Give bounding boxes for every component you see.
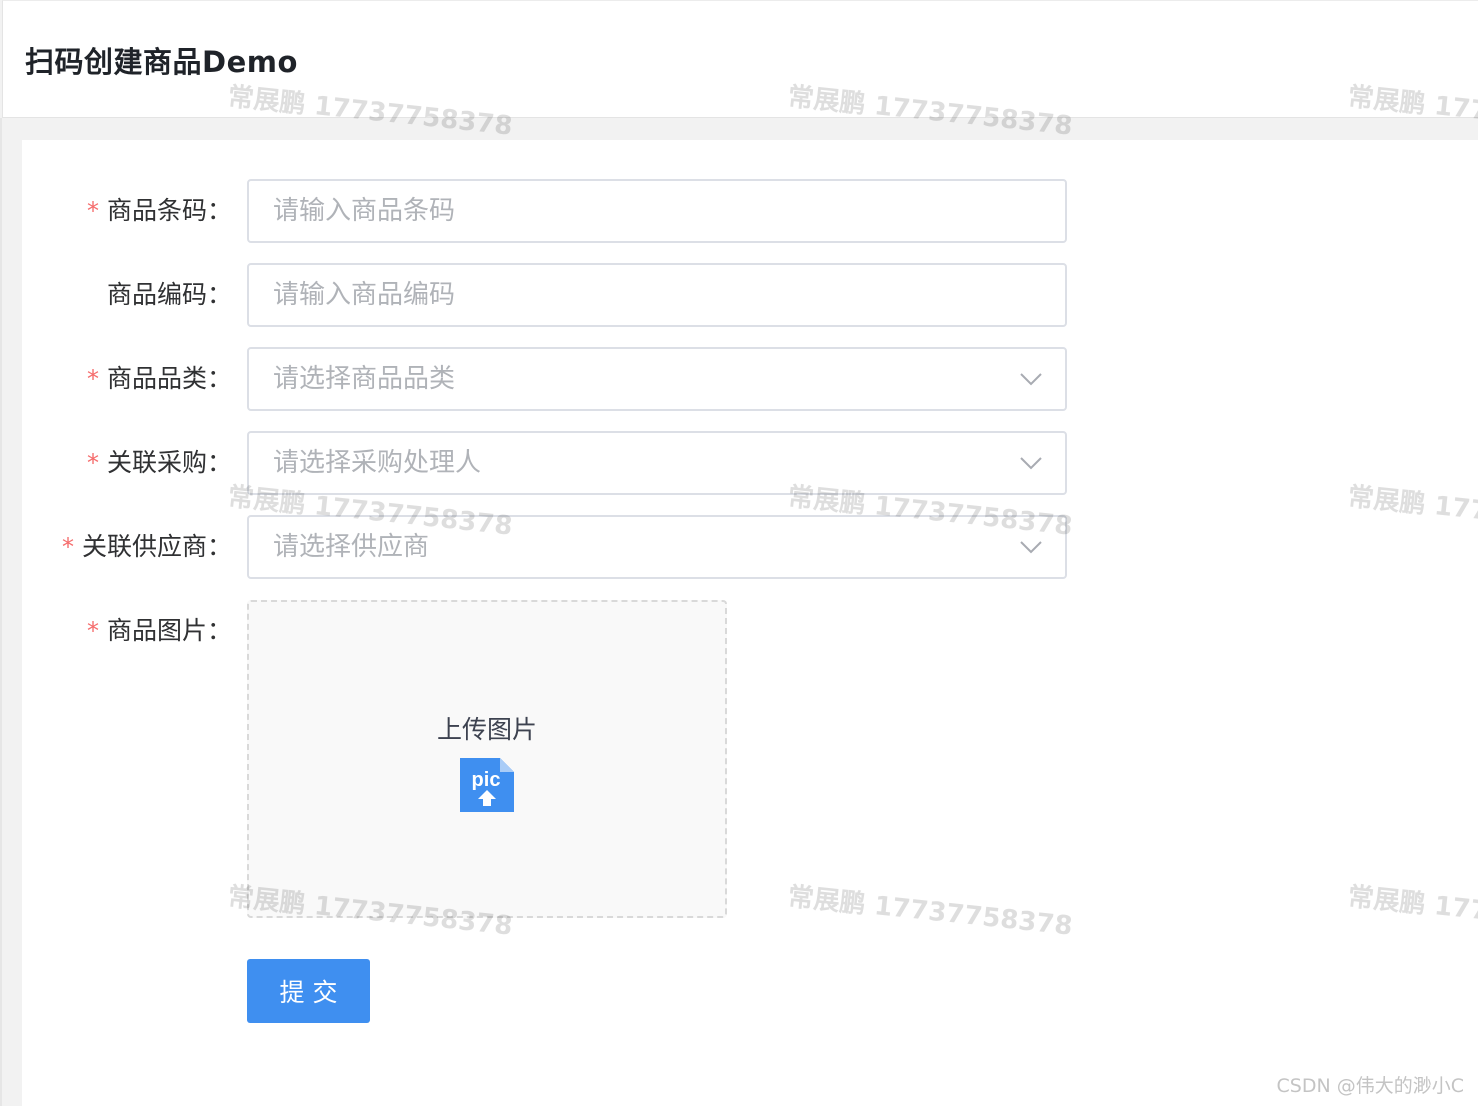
label-product-code: 商品编码： [106,280,232,309]
label-product-image: * 商品图片： [86,616,232,645]
page-header: 扫码创建商品Demo [2,0,1478,118]
product-code-input[interactable]: 请输入商品编码 [247,263,1067,327]
chevron-down-icon[interactable] [1019,369,1043,389]
label-supplier: * 关联供应商： [62,532,233,561]
image-upload-area[interactable]: 上传图片 pic [247,600,727,918]
label-purchaser: * 关联采购： [86,448,232,477]
product-code-placeholder: 请输入商品编码 [273,280,456,310]
chevron-down-icon[interactable] [1019,453,1043,473]
upload-text: 上传图片 [436,715,537,744]
label-category: * 商品品类： [86,364,232,393]
submit-button[interactable]: 提交 [247,959,370,1023]
required-mark: * [86,449,99,477]
pic-icon-text: pic [472,769,501,791]
required-mark: * [86,365,99,393]
label-barcode: * 商品条码： [86,196,232,225]
purchaser-placeholder: 请选择采购处理人 [273,448,482,478]
category-select[interactable]: 请选择商品品类 [247,347,1067,411]
required-mark: * [86,617,99,645]
required-mark: * [86,197,99,225]
required-mark: * [62,533,74,561]
csdn-credit: CSDN @伟大的渺小C [1276,1075,1464,1097]
supplier-select[interactable]: 请选择供应商 [247,515,1067,579]
left-divider [0,118,2,1106]
purchaser-select[interactable]: 请选择采购处理人 [247,431,1067,495]
category-placeholder: 请选择商品品类 [273,364,456,394]
upload-pic-icon: pic [460,758,514,812]
barcode-input[interactable]: 请输入商品条码 [247,179,1067,243]
barcode-placeholder: 请输入商品条码 [273,196,456,226]
supplier-placeholder: 请选择供应商 [273,532,430,562]
page-title: 扫码创建商品Demo [25,45,298,79]
form-card: * 商品条码： 请输入商品条码 商品编码： 请输入商品编码 * 商品品类： 请选择商… [22,140,1478,1106]
chevron-down-icon[interactable] [1019,537,1043,557]
